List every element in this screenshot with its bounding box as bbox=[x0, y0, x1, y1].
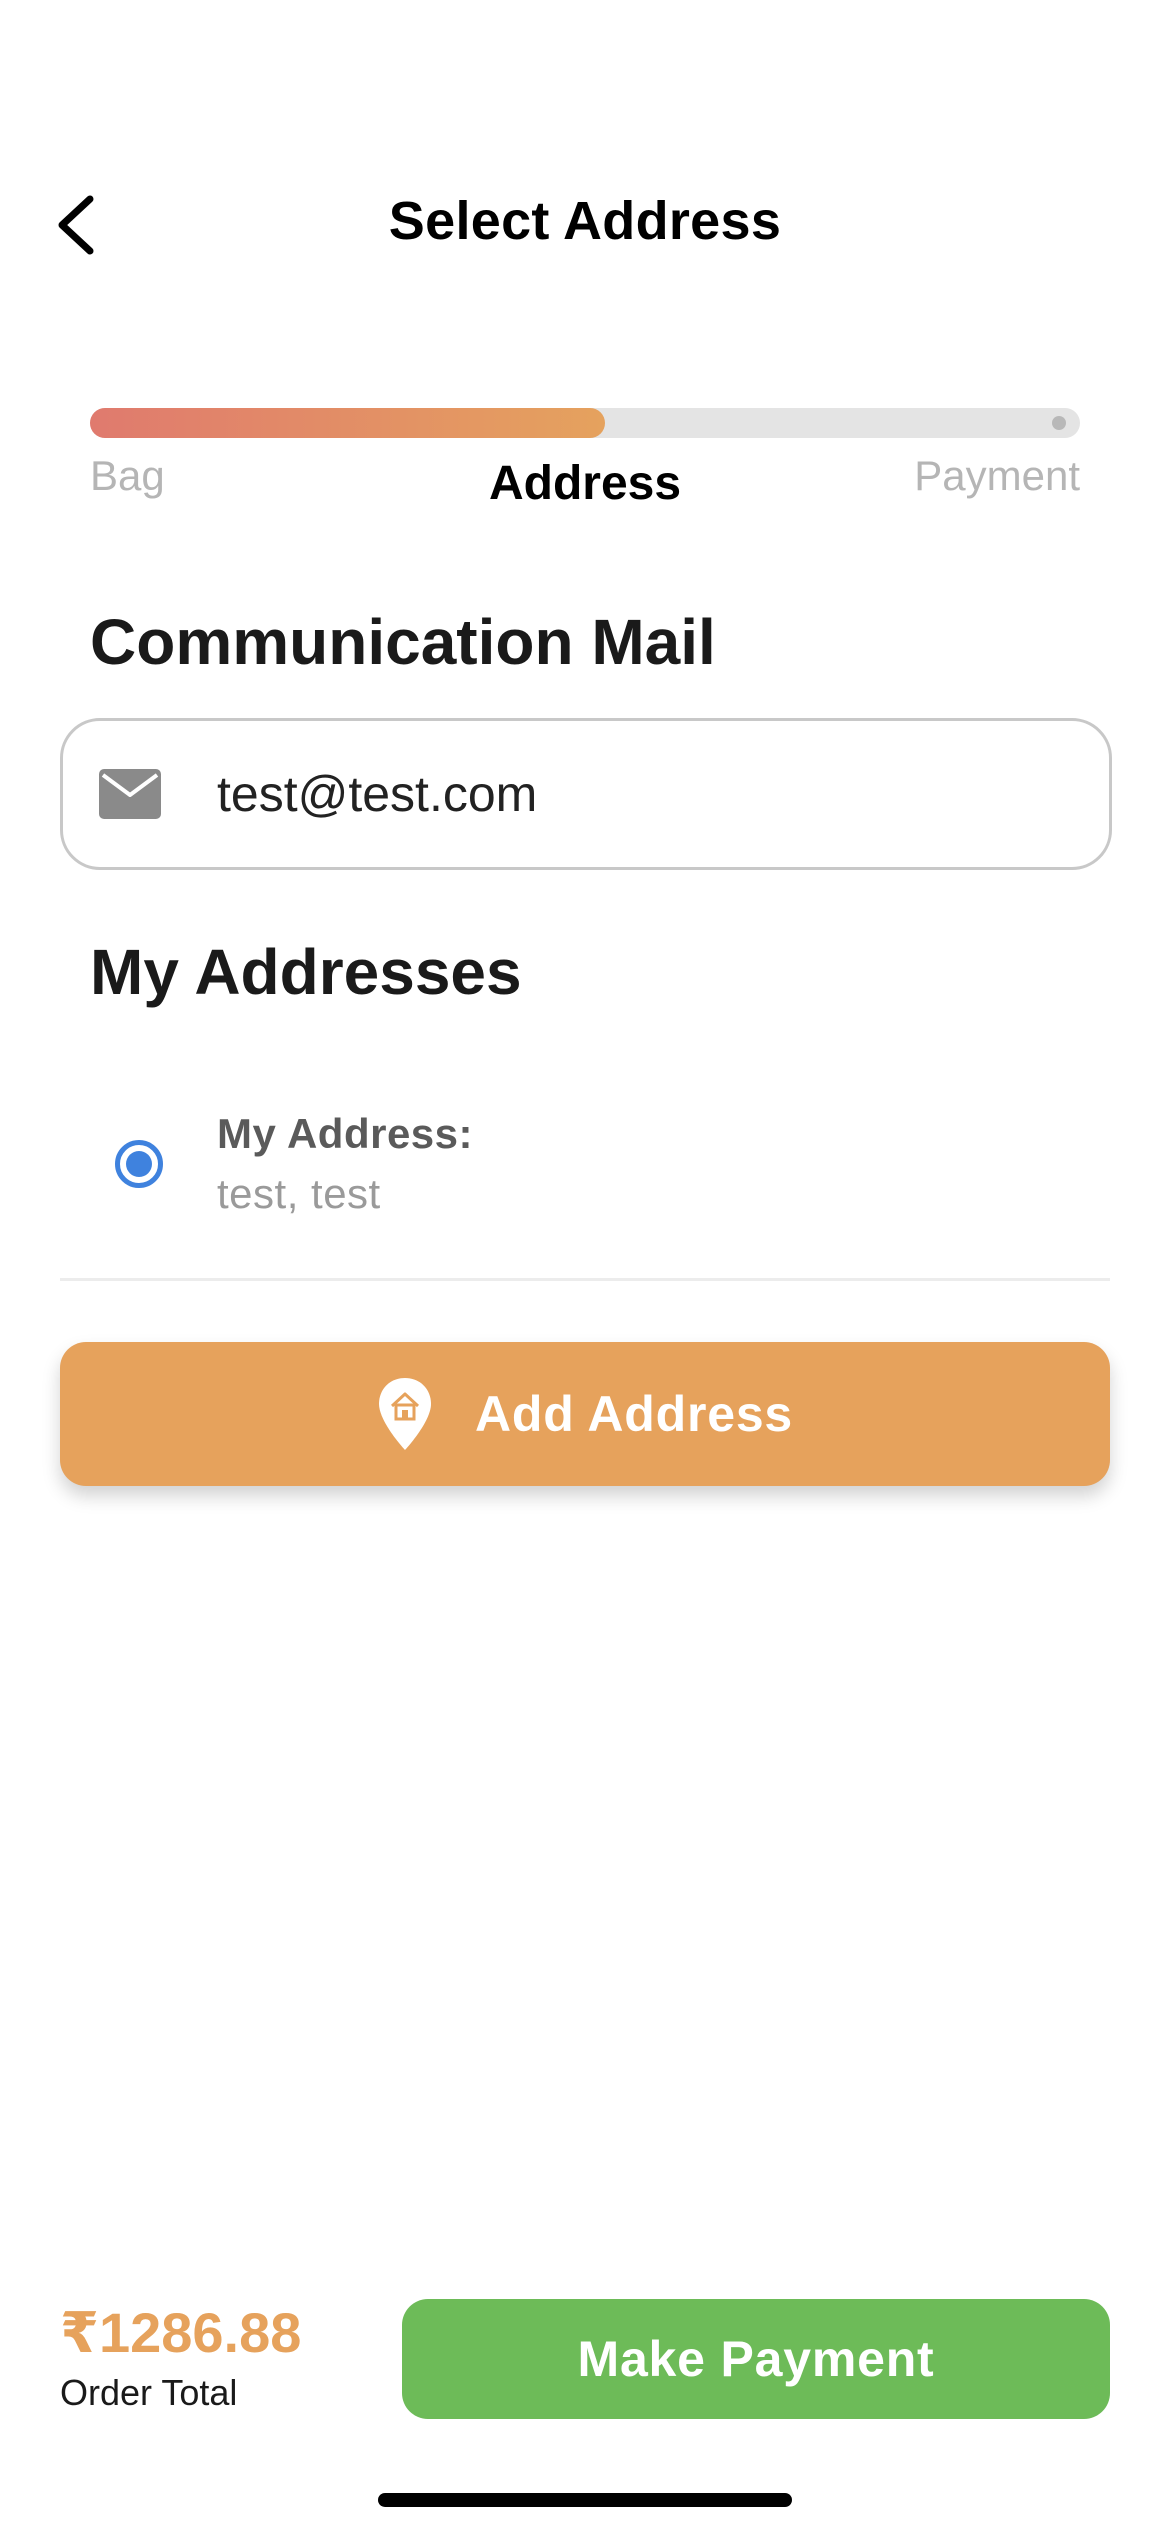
step-payment: Payment bbox=[914, 452, 1080, 499]
checkout-progress-bar bbox=[90, 408, 1080, 438]
communication-mail-title: Communication Mail bbox=[90, 606, 716, 678]
mail-icon bbox=[99, 769, 161, 819]
order-total-label: Order Total bbox=[60, 2372, 238, 2413]
my-addresses-title: My Addresses bbox=[90, 936, 522, 1008]
make-payment-button[interactable]: Make Payment bbox=[402, 2299, 1110, 2419]
home-pin-icon bbox=[377, 1376, 433, 1452]
order-total-amount: ₹1286.88 bbox=[60, 2301, 302, 2364]
add-address-label: Add Address bbox=[474, 1386, 794, 1442]
address-value: test, test bbox=[217, 1170, 381, 1217]
add-address-button[interactable]: Add Address bbox=[60, 1342, 1110, 1486]
radio-selected-dot bbox=[126, 1151, 152, 1177]
home-indicator[interactable] bbox=[378, 2493, 792, 2507]
address-divider bbox=[60, 1278, 1110, 1281]
email-field[interactable] bbox=[215, 764, 1019, 824]
address-radio[interactable] bbox=[115, 1140, 163, 1188]
make-payment-label: Make Payment bbox=[577, 2331, 935, 2387]
progress-fill bbox=[90, 408, 605, 438]
page-title: Select Address bbox=[388, 191, 782, 251]
progress-end-dot bbox=[1052, 416, 1066, 430]
address-item[interactable]: My Address: test, test bbox=[60, 1090, 1110, 1280]
address-label: My Address: bbox=[217, 1110, 474, 1157]
email-field-container[interactable] bbox=[60, 718, 1112, 870]
